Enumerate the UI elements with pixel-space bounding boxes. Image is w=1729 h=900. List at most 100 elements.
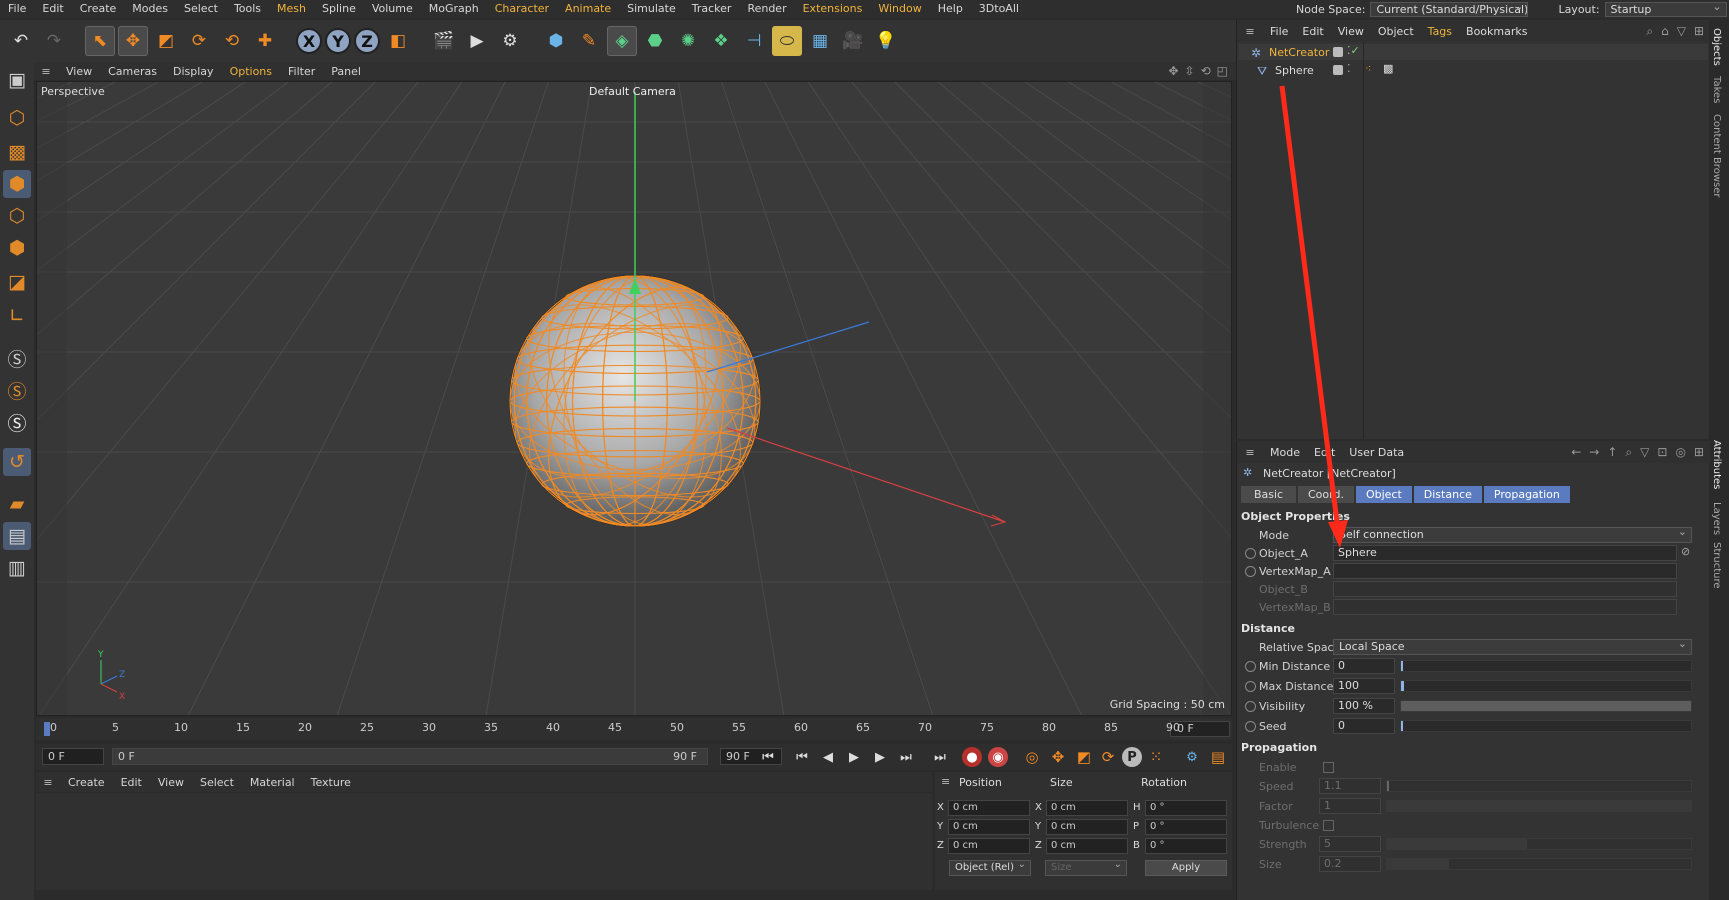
- viewport-camera-label[interactable]: Default Camera: [589, 85, 676, 98]
- layer-dots-icon[interactable]: ⁚: [1347, 62, 1351, 75]
- go-to-start-icon[interactable]: ⏮: [758, 747, 778, 767]
- key-scale-icon[interactable]: ◩: [1074, 747, 1094, 767]
- search-icon[interactable]: ⌕: [1625, 445, 1632, 460]
- object-b-link-field[interactable]: [1333, 581, 1677, 597]
- make-editable-icon[interactable]: ▣: [3, 66, 31, 94]
- menu-animate[interactable]: Animate: [557, 0, 619, 18]
- 3d-viewport[interactable]: Y Z X Perspective Default Camera Grid Sp…: [36, 81, 1232, 716]
- size-x-field[interactable]: 0 cm: [1046, 800, 1128, 816]
- snap-icon-1[interactable]: Ⓢ: [3, 344, 31, 372]
- attr-menu-mode[interactable]: Mode: [1263, 446, 1307, 459]
- visibility-toggle[interactable]: [1333, 65, 1343, 75]
- tab-takes[interactable]: Takes: [1711, 76, 1722, 103]
- size-y-field[interactable]: 0 cm: [1046, 819, 1128, 835]
- next-key-icon[interactable]: ⏭: [896, 747, 916, 767]
- extrude-icon[interactable]: ⬣: [640, 26, 670, 56]
- previous-frame-icon[interactable]: ◀: [818, 747, 838, 767]
- object-menu-object[interactable]: Object: [1371, 25, 1421, 38]
- layout-dropdown[interactable]: Startup: [1604, 1, 1727, 17]
- node-space-dropdown[interactable]: Current (Standard/Physical): [1370, 1, 1529, 17]
- menu-mesh[interactable]: Mesh: [269, 0, 314, 18]
- record-keys-icon[interactable]: ●: [962, 747, 982, 767]
- object-tree-item-netcreator[interactable]: ✲ NetCreator: [1251, 44, 1329, 61]
- tab-structure[interactable]: Structure: [1711, 542, 1722, 589]
- viewport-menu-display[interactable]: Display: [165, 65, 222, 78]
- menu-edit[interactable]: Edit: [34, 0, 71, 18]
- tab-objects[interactable]: Objects: [1711, 28, 1722, 66]
- coord-menu-icon[interactable]: ≡: [941, 775, 950, 788]
- max-distance-slider[interactable]: [1400, 680, 1692, 692]
- menu-3dtoall[interactable]: 3DtoAll: [971, 0, 1027, 18]
- attr-menu-user-data[interactable]: User Data: [1342, 446, 1411, 459]
- apply-button[interactable]: Apply: [1145, 860, 1227, 876]
- object-menu-view[interactable]: View: [1331, 25, 1371, 38]
- filter-icon[interactable]: ▽: [1677, 24, 1686, 39]
- menu-character[interactable]: Character: [487, 0, 557, 18]
- animate-dot[interactable]: [1245, 721, 1256, 732]
- move-tool-icon[interactable]: ✥: [118, 26, 148, 56]
- seed-field[interactable]: 0: [1333, 718, 1395, 734]
- render-view-icon[interactable]: ▶: [462, 26, 492, 56]
- pan-view-icon[interactable]: ✥: [1168, 64, 1178, 78]
- tweak-icon[interactable]: ↺: [3, 448, 31, 476]
- motion-system-icon[interactable]: ⚙: [1182, 747, 1202, 767]
- bend-deformer-icon[interactable]: ⊣: [739, 26, 769, 56]
- grid-plane-icon[interactable]: ▰: [3, 490, 31, 518]
- material-menu-view[interactable]: View: [150, 776, 192, 789]
- go-to-end-icon[interactable]: ⏭: [930, 747, 950, 767]
- tab-propagation[interactable]: Propagation: [1483, 486, 1570, 503]
- strength-field[interactable]: 5: [1319, 836, 1381, 852]
- phong-tag-icon[interactable]: ⁖: [1365, 62, 1371, 75]
- menu-tracker[interactable]: Tracker: [684, 0, 740, 18]
- visibility-field[interactable]: 100 %: [1333, 698, 1395, 714]
- play-icon[interactable]: ▶: [844, 747, 864, 767]
- material-menu-select[interactable]: Select: [192, 776, 242, 789]
- tab-content-browser[interactable]: Content Browser: [1711, 114, 1722, 197]
- edges-mode-icon[interactable]: ⬡: [3, 202, 31, 230]
- undo-icon[interactable]: ↶: [6, 26, 36, 56]
- seed-slider[interactable]: [1400, 720, 1692, 732]
- camera-icon[interactable]: 🎥: [838, 26, 868, 56]
- fracture-icon[interactable]: ❖: [706, 26, 736, 56]
- strength-slider[interactable]: [1386, 838, 1692, 850]
- menu-render[interactable]: Render: [739, 0, 794, 18]
- field-icon[interactable]: ⬭: [772, 26, 802, 56]
- forward-arrow-icon[interactable]: →: [1589, 445, 1599, 460]
- mode-dropdown[interactable]: Self connection: [1333, 527, 1692, 543]
- rotation-p-field[interactable]: 0 °: [1145, 819, 1227, 835]
- settings-icon[interactable]: ◎: [1675, 445, 1685, 460]
- zoom-view-icon[interactable]: ⇳: [1185, 64, 1195, 78]
- previous-key-icon[interactable]: ⏮: [792, 747, 812, 767]
- object-tree-item-sphere[interactable]: ⛛ Sphere: [1257, 62, 1314, 79]
- animate-dot[interactable]: [1245, 681, 1256, 692]
- subdivision-icon[interactable]: ◈: [607, 26, 637, 56]
- z-axis-lock-icon[interactable]: Z: [354, 28, 380, 54]
- new-window-icon[interactable]: ⊞: [1694, 24, 1704, 39]
- back-arrow-icon[interactable]: ←: [1571, 445, 1581, 460]
- object-menu-icon[interactable]: ≡: [1237, 25, 1263, 38]
- menu-extensions[interactable]: Extensions: [795, 0, 871, 18]
- enabled-check-icon[interactable]: ⁚✓: [1347, 44, 1360, 57]
- menu-tools[interactable]: Tools: [226, 0, 269, 18]
- tab-layers[interactable]: Layers: [1711, 502, 1722, 535]
- frame-range-slider[interactable]: 0 F 90 F: [112, 748, 708, 765]
- viewport-menu-icon[interactable]: ≡: [34, 65, 58, 78]
- menu-modes[interactable]: Modes: [124, 0, 176, 18]
- object-a-link-field[interactable]: Sphere: [1333, 545, 1677, 561]
- key-pla-icon[interactable]: ⁙: [1146, 747, 1166, 767]
- turbulence-checkbox[interactable]: [1323, 820, 1334, 831]
- vertexmap-a-link-field[interactable]: [1333, 563, 1677, 579]
- viewport-menu-panel[interactable]: Panel: [323, 65, 369, 78]
- animate-dot[interactable]: [1245, 566, 1256, 577]
- key-parameter-icon[interactable]: P: [1122, 747, 1142, 767]
- min-frame-field[interactable]: 0 F: [42, 748, 104, 765]
- snap-icon-3[interactable]: Ⓢ: [3, 408, 31, 436]
- vertexmap-b-link-field[interactable]: [1333, 599, 1677, 615]
- model-mode-icon[interactable]: ⬡: [3, 104, 31, 132]
- lock-plane-icon[interactable]: ▤: [3, 522, 31, 550]
- material-menu-texture[interactable]: Texture: [303, 776, 359, 789]
- animate-dot[interactable]: [1245, 701, 1256, 712]
- next-frame-icon[interactable]: ▶: [870, 747, 890, 767]
- rotation-h-field[interactable]: 0 °: [1145, 800, 1227, 816]
- add-tool-icon[interactable]: ✚: [250, 26, 280, 56]
